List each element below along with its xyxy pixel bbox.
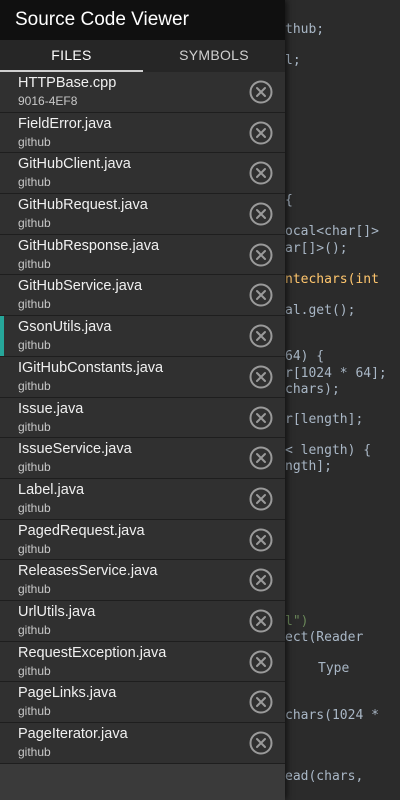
code-line: ntechars(int <box>285 272 379 287</box>
file-list-item[interactable]: PageLinks.java github <box>0 682 285 723</box>
file-location: github <box>18 134 51 149</box>
file-location: 9016-4EF8 <box>18 94 78 108</box>
file-list-item[interactable]: PageIterator.java github <box>0 723 285 764</box>
code-line: ocal<char[]> <box>285 224 379 239</box>
file-location: github <box>18 500 51 515</box>
code-line: ect(Reader <box>285 630 364 645</box>
close-circle-icon[interactable] <box>249 528 273 552</box>
file-list-item[interactable]: GitHubService.java github <box>0 275 285 317</box>
code-line: al.get(); <box>285 303 356 318</box>
file-location: github <box>18 338 51 353</box>
file-location: github <box>18 297 51 312</box>
file-drawer: Source Code Viewer FILES SYMBOLS HTTPBas… <box>0 0 285 800</box>
tab-bar: FILES SYMBOLS <box>0 40 285 72</box>
code-line: r[1024 * 64]; <box>285 366 387 381</box>
code-line: chars(1024 * <box>285 708 379 723</box>
file-list-item[interactable]: Label.java github <box>0 478 285 520</box>
close-circle-icon[interactable] <box>249 690 273 714</box>
tab-files[interactable]: FILES <box>0 40 143 72</box>
tab-symbols[interactable]: SYMBOLS <box>143 40 285 72</box>
close-circle-icon[interactable] <box>249 568 273 592</box>
file-location: github <box>18 216 51 231</box>
file-name: GsonUtils.java <box>18 319 112 336</box>
code-line: l; <box>285 53 301 68</box>
file-list-item[interactable]: GitHubResponse.java github <box>0 234 285 276</box>
file-location: github <box>18 256 51 271</box>
file-name: PageLinks.java <box>18 685 117 702</box>
file-name: Issue.java <box>18 400 84 417</box>
code-line: r[length]; <box>285 412 364 427</box>
close-circle-icon[interactable] <box>249 161 273 185</box>
code-line: < length) { <box>285 443 372 458</box>
file-list-item[interactable]: FieldError.java github <box>0 112 285 154</box>
file-location: github <box>18 541 51 556</box>
close-circle-icon[interactable] <box>249 487 273 511</box>
code-line: chars); <box>285 382 340 397</box>
code-line: ar[]>(); <box>285 241 348 256</box>
file-name: GitHubResponse.java <box>18 237 160 254</box>
file-list-item[interactable]: IGitHubConstants.java github <box>0 356 285 398</box>
file-name: IssueService.java <box>18 441 132 458</box>
close-circle-icon[interactable] <box>249 80 273 104</box>
file-location: github <box>18 663 51 678</box>
file-location: github <box>18 622 51 637</box>
code-line: thub; <box>285 22 325 37</box>
file-name: PageIterator.java <box>18 726 128 742</box>
file-location: github <box>18 378 51 393</box>
code-line: { <box>285 193 293 208</box>
code-line: Type <box>318 661 350 676</box>
file-list-item[interactable]: IssueService.java github <box>0 438 285 479</box>
file-location: github <box>18 745 51 759</box>
file-location: github <box>18 582 51 597</box>
file-list: HTTPBase.cpp 9016-4EF8 FieldError.java gith… <box>0 72 285 764</box>
close-circle-icon[interactable] <box>249 121 273 145</box>
code-token: ocal<char[]> <box>285 224 379 239</box>
close-circle-icon[interactable] <box>249 609 273 633</box>
drawer-footer <box>0 764 285 800</box>
close-circle-icon[interactable] <box>249 446 273 470</box>
file-name: RequestException.java <box>18 644 167 661</box>
close-circle-icon[interactable] <box>249 283 273 307</box>
close-circle-icon[interactable] <box>249 731 273 755</box>
close-circle-icon[interactable] <box>249 650 273 674</box>
file-name: Label.java <box>18 481 85 498</box>
file-name: GitHubService.java <box>18 278 143 295</box>
file-location: github <box>18 419 51 434</box>
file-list-item[interactable]: GitHubClient.java github <box>0 153 285 195</box>
close-circle-icon[interactable] <box>249 324 273 348</box>
file-location: github <box>18 704 51 719</box>
file-name: FieldError.java <box>18 115 112 132</box>
code-line: ead(chars, <box>285 769 364 784</box>
code-line: 64) { <box>285 349 325 364</box>
file-list-item[interactable]: ReleasesService.java github <box>0 560 285 601</box>
file-name: GitHubClient.java <box>18 156 131 173</box>
close-circle-icon[interactable] <box>249 406 273 430</box>
code-line: l") <box>285 614 309 629</box>
file-name: ReleasesService.java <box>18 563 158 580</box>
code-line: ngth]; <box>285 459 332 474</box>
file-list-item[interactable]: RequestException.java github <box>0 641 285 683</box>
app-title: Source Code Viewer <box>0 0 285 40</box>
file-list-item[interactable]: GitHubRequest.java github <box>0 194 285 235</box>
file-name: UrlUtils.java <box>18 603 96 620</box>
file-list-item[interactable]: Issue.java github <box>0 397 285 439</box>
file-list-item[interactable]: PagedRequest.java github <box>0 519 285 561</box>
close-circle-icon[interactable] <box>249 243 273 267</box>
file-name: IGitHubConstants.java <box>18 359 164 376</box>
close-circle-icon[interactable] <box>249 202 273 226</box>
code-token: ar[]>(); <box>285 241 348 256</box>
file-list-item[interactable]: UrlUtils.java github <box>0 600 285 642</box>
close-circle-icon[interactable] <box>249 365 273 389</box>
file-name: HTTPBase.cpp <box>18 75 117 91</box>
file-location: github <box>18 175 51 190</box>
file-list-item[interactable]: GsonUtils.java github <box>0 316 285 357</box>
file-location: github <box>18 460 51 475</box>
file-name: GitHubRequest.java <box>18 197 148 214</box>
file-list-item[interactable]: HTTPBase.cpp 9016-4EF8 <box>0 72 285 113</box>
file-name: PagedRequest.java <box>18 522 145 539</box>
